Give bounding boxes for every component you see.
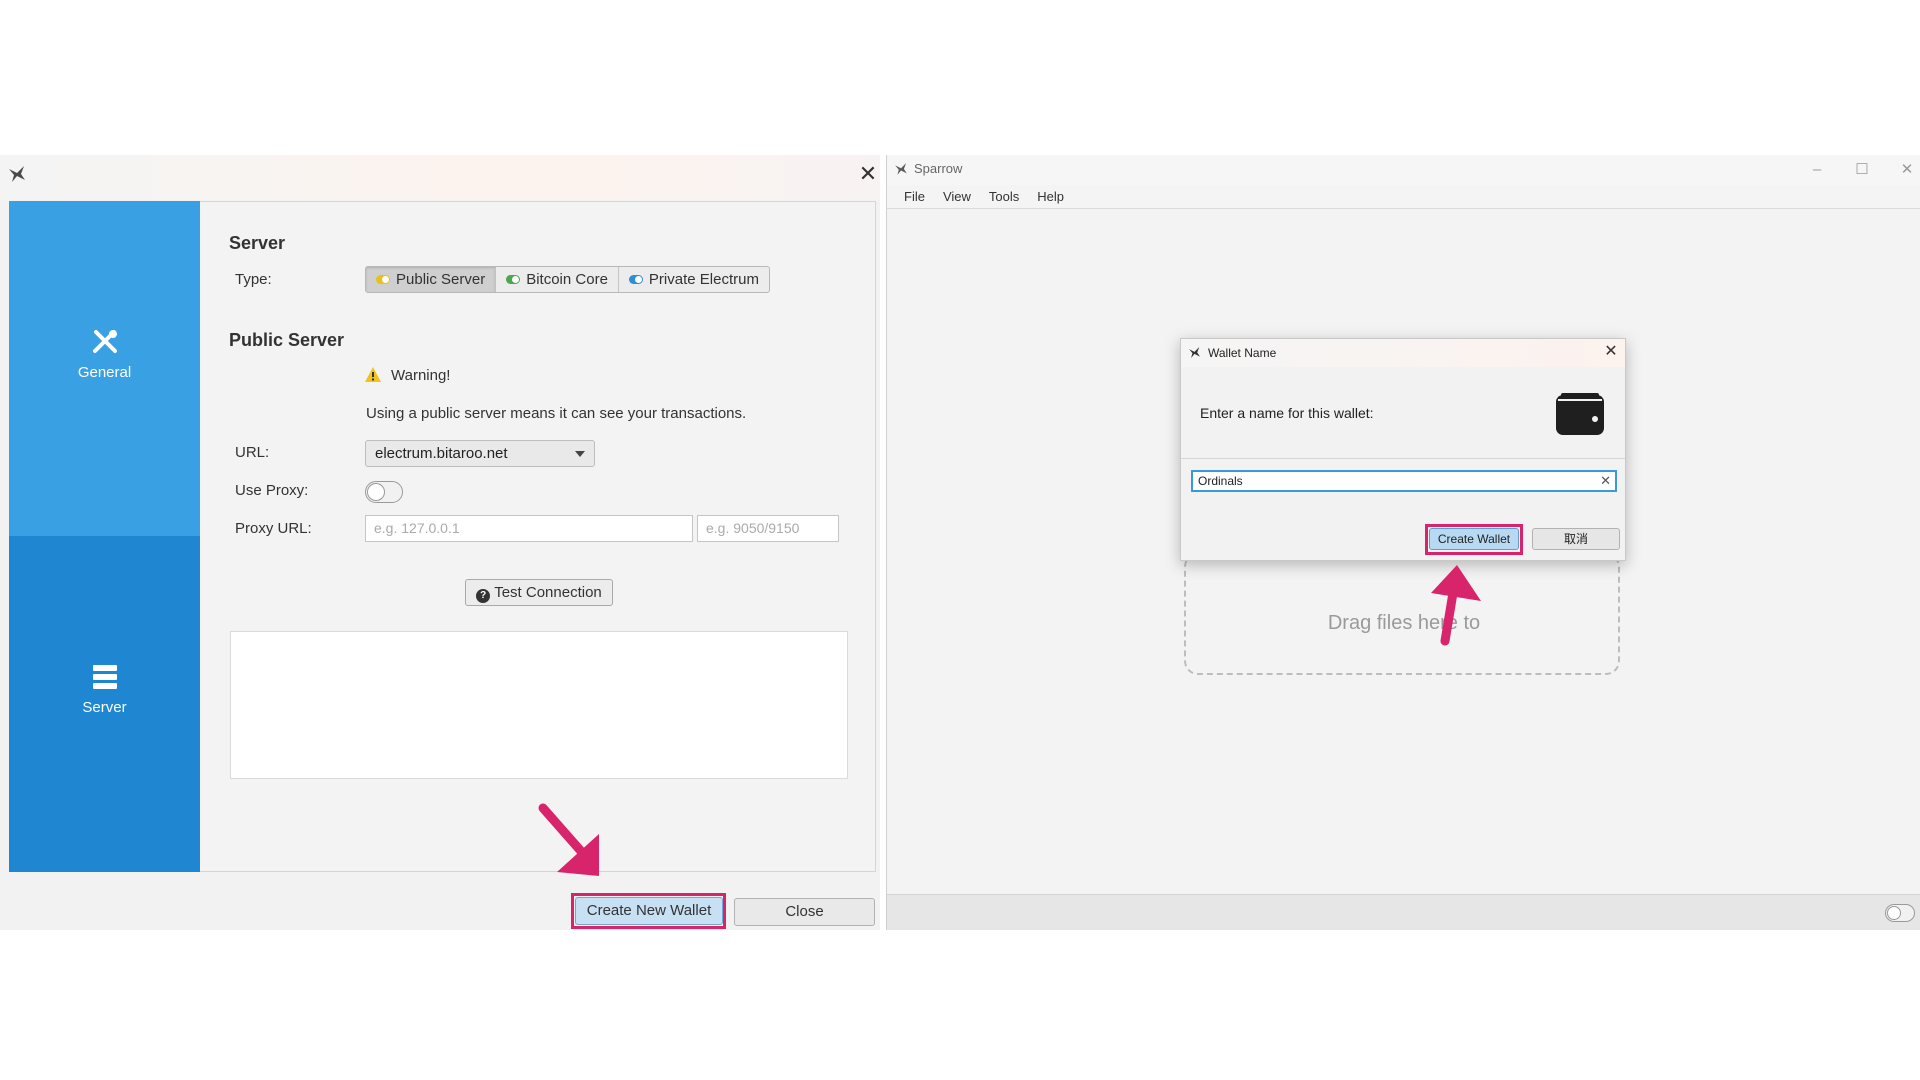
public-server-heading: Public Server	[229, 330, 345, 350]
drop-zone-text: Drag files here to	[1327, 612, 1481, 634]
sparrow-logo-icon	[895, 163, 907, 175]
proxy-host-input[interactable]: e.g. 127.0.0.1	[365, 515, 693, 542]
menu-help[interactable]: Help	[1028, 185, 1073, 208]
warning-text: Using a public server means it can see y…	[366, 405, 747, 422]
server-heading: Server	[229, 233, 286, 253]
type-option-label: Private Electrum	[648, 271, 759, 288]
proxy-port-placeholder: e.g. 9050/9150	[706, 520, 800, 536]
dialog-title: Wallet Name	[1208, 346, 1277, 360]
close-button[interactable]: Close	[734, 898, 875, 926]
sparrow-window: Sparrow – ☐ ✕ File View Tools Help Drag …	[886, 155, 1920, 930]
close-icon[interactable]: ✕	[1895, 159, 1919, 181]
menu-view[interactable]: View	[934, 185, 980, 208]
sidebar-item-general[interactable]: General	[9, 201, 200, 536]
proxy-url-label: Proxy URL:	[235, 520, 312, 537]
maximize-icon[interactable]: ☐	[1850, 159, 1874, 181]
type-option-private-electrum[interactable]: Private Electrum	[619, 267, 769, 292]
sparrow-titlebar: Sparrow – ☐ ✕	[887, 155, 1920, 185]
sidebar-item-label: General	[77, 364, 132, 381]
connection-result-area	[230, 631, 848, 779]
create-new-wallet-button[interactable]: Create New Wallet	[575, 897, 723, 925]
preferences-titlebar: ✕	[0, 155, 880, 200]
test-connection-button[interactable]: ? Test Connection	[465, 579, 613, 606]
use-proxy-label: Use Proxy:	[235, 482, 309, 499]
annotation-arrow-icon	[1431, 565, 1481, 646]
type-option-label: Public Server	[396, 271, 486, 288]
sidebar-item-label: Server	[82, 699, 127, 716]
type-option-bitcoin-core[interactable]: Bitcoin Core	[496, 267, 619, 292]
minimize-icon[interactable]: –	[1805, 159, 1829, 181]
sidebar-item-server[interactable]: Server	[9, 536, 200, 872]
chevron-down-icon	[575, 451, 585, 457]
question-icon: ?	[476, 589, 491, 603]
type-option-label: Bitcoin Core	[526, 271, 608, 288]
toggle-knob	[1887, 906, 1901, 920]
toggle-icon	[506, 275, 521, 284]
wallet-name-input[interactable]: Ordinals ✕	[1191, 470, 1617, 492]
window-title: Sparrow	[914, 161, 963, 176]
use-proxy-toggle[interactable]	[365, 481, 403, 503]
server-icon	[93, 665, 117, 689]
url-select[interactable]: electrum.bitaroo.net	[365, 440, 595, 467]
annotation-arrow-icon	[538, 803, 599, 876]
clear-icon[interactable]: ✕	[1600, 472, 1611, 490]
close-icon[interactable]: ✕	[1601, 342, 1621, 362]
sparrow-logo-icon	[1189, 347, 1200, 358]
cancel-button[interactable]: 取消	[1532, 528, 1620, 550]
warning-icon	[365, 367, 381, 382]
test-connection-label: Test Connection	[494, 584, 602, 601]
status-bar	[887, 894, 1920, 930]
warning-title: Warning!	[391, 367, 451, 384]
wallet-name-dialog: Wallet Name ✕ Enter a name for this wall…	[1180, 338, 1626, 561]
wallet-name-value: Ordinals	[1198, 474, 1243, 488]
toggle-icon	[376, 275, 390, 284]
menu-bar: File View Tools Help	[887, 185, 1920, 209]
tools-icon	[93, 330, 117, 353]
type-label: Type:	[235, 271, 272, 288]
close-icon[interactable]: ✕	[855, 161, 881, 187]
wallet-name-prompt: Enter a name for this wallet:	[1200, 405, 1374, 421]
url-label: URL:	[235, 444, 270, 461]
server-type-selector: Public Server Bitcoin Core Private Elect…	[365, 266, 770, 293]
menu-tools[interactable]: Tools	[980, 185, 1028, 208]
url-select-value: electrum.bitaroo.net	[375, 445, 508, 462]
server-connection-toggle[interactable]	[1885, 904, 1915, 922]
proxy-port-input[interactable]: e.g. 9050/9150	[697, 515, 839, 542]
divider	[1181, 458, 1625, 459]
type-option-public-server[interactable]: Public Server	[366, 267, 497, 292]
wallet-icon	[1556, 393, 1604, 435]
proxy-host-placeholder: e.g. 127.0.0.1	[374, 520, 460, 536]
toggle-knob	[367, 483, 385, 501]
dialog-titlebar: Wallet Name ✕	[1181, 339, 1625, 367]
create-wallet-button[interactable]: Create Wallet	[1429, 528, 1519, 550]
file-drop-zone[interactable]: Drag files here to	[1184, 553, 1620, 675]
sparrow-logo-icon	[9, 166, 25, 182]
menu-file[interactable]: File	[895, 185, 934, 208]
preferences-sidebar: General Server	[9, 201, 200, 872]
toggle-icon	[628, 275, 643, 284]
